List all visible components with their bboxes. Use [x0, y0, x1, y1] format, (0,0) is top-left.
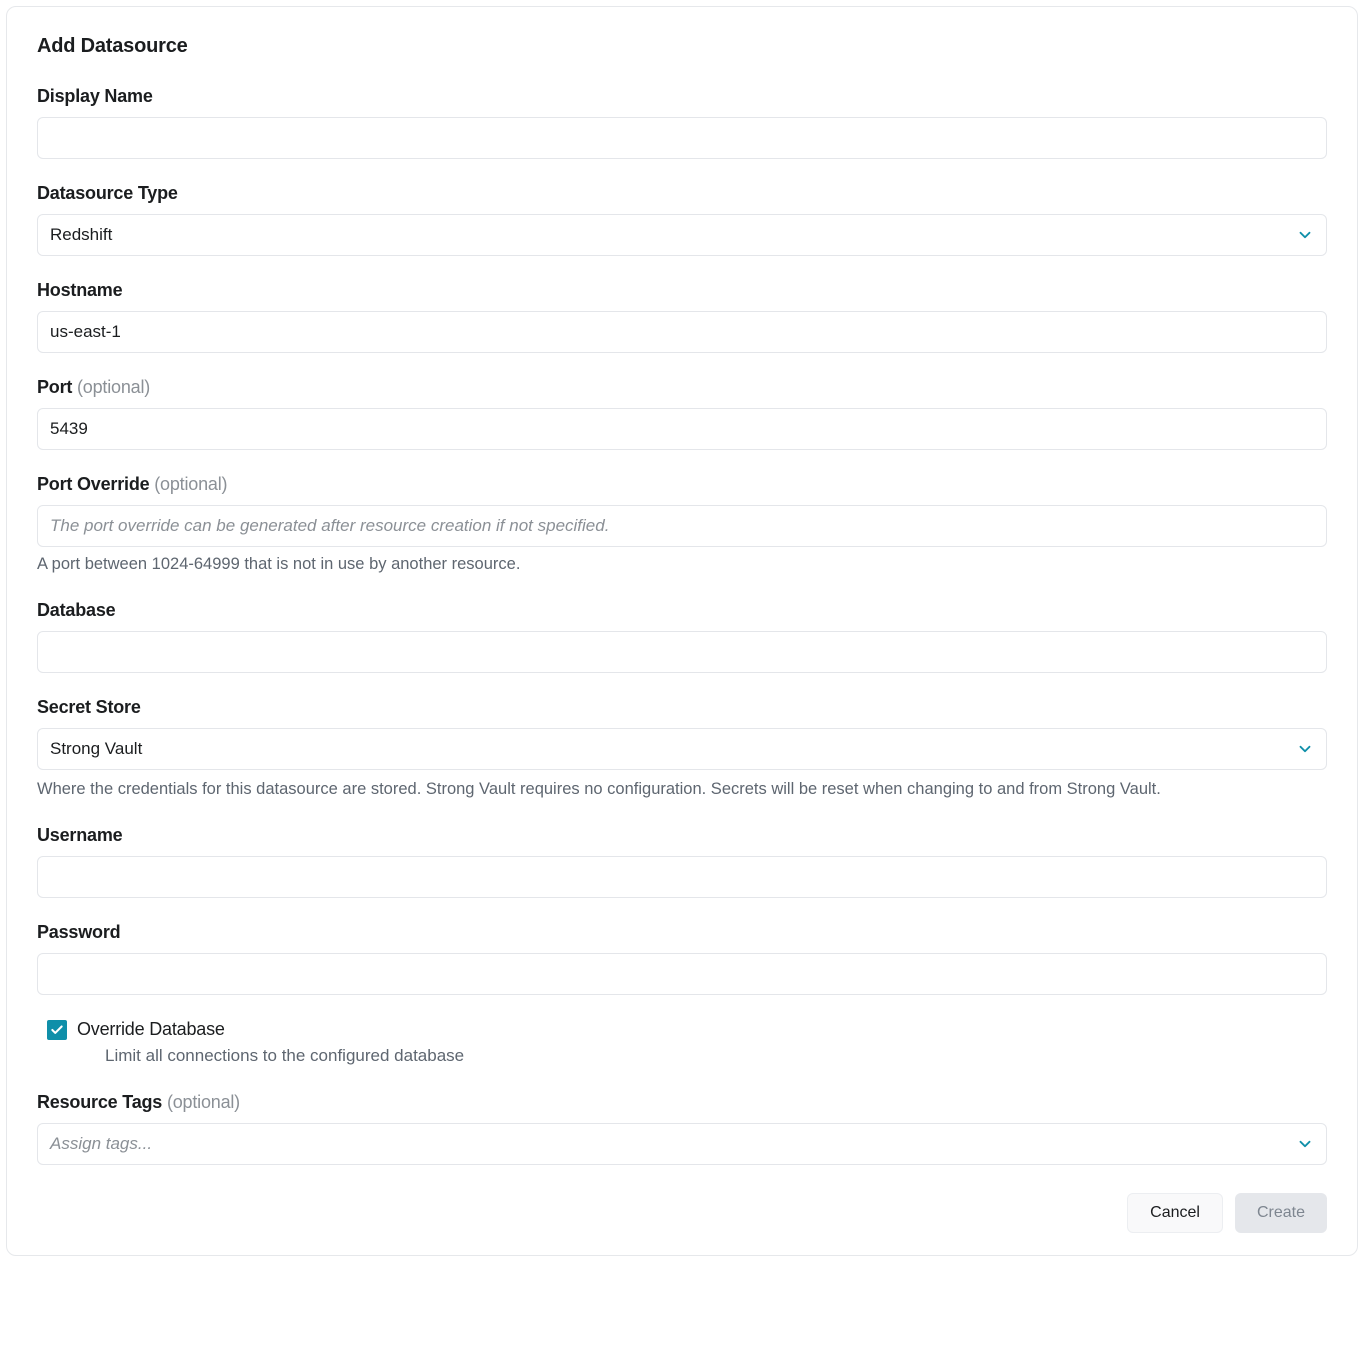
- field-secret-store: Secret Store Strong Vault Where the cred…: [37, 697, 1327, 801]
- field-username: Username: [37, 825, 1327, 898]
- port-override-input[interactable]: [37, 505, 1327, 547]
- field-password: Password: [37, 922, 1327, 995]
- add-datasource-form: Add Datasource Display Name Datasource T…: [6, 6, 1358, 1256]
- username-input[interactable]: [37, 856, 1327, 898]
- secret-store-helper: Where the credentials for this datasourc…: [37, 778, 1327, 801]
- database-label: Database: [37, 600, 1327, 621]
- field-resource-tags: Resource Tags (optional) Assign tags...: [37, 1092, 1327, 1165]
- hostname-label: Hostname: [37, 280, 1327, 301]
- username-label: Username: [37, 825, 1327, 846]
- override-database-row: Override Database: [47, 1019, 1327, 1040]
- port-optional: (optional): [77, 377, 150, 397]
- port-label: Port (optional): [37, 377, 1327, 398]
- port-override-label-text: Port Override: [37, 474, 149, 494]
- form-actions: Cancel Create: [37, 1193, 1327, 1233]
- field-database: Database: [37, 600, 1327, 673]
- port-label-text: Port: [37, 377, 72, 397]
- port-override-label: Port Override (optional): [37, 474, 1327, 495]
- override-database-label: Override Database: [77, 1019, 225, 1040]
- override-database-checkbox[interactable]: [47, 1020, 67, 1040]
- chevron-down-icon: [1296, 740, 1314, 758]
- database-input[interactable]: [37, 631, 1327, 673]
- field-override-database: Override Database Limit all connections …: [37, 1019, 1327, 1066]
- field-hostname: Hostname: [37, 280, 1327, 353]
- resource-tags-select[interactable]: Assign tags...: [37, 1123, 1327, 1165]
- resource-tags-optional: (optional): [167, 1092, 240, 1112]
- chevron-down-icon: [1296, 1135, 1314, 1153]
- display-name-label: Display Name: [37, 86, 1327, 107]
- secret-store-label: Secret Store: [37, 697, 1327, 718]
- secret-store-value: Strong Vault: [50, 739, 142, 759]
- chevron-down-icon: [1296, 226, 1314, 244]
- display-name-input[interactable]: [37, 117, 1327, 159]
- resource-tags-placeholder: Assign tags...: [50, 1134, 152, 1154]
- field-port: Port (optional): [37, 377, 1327, 450]
- datasource-type-label: Datasource Type: [37, 183, 1327, 204]
- override-database-sub: Limit all connections to the configured …: [105, 1046, 1327, 1066]
- field-port-override: Port Override (optional) A port between …: [37, 474, 1327, 576]
- password-input[interactable]: [37, 953, 1327, 995]
- resource-tags-label-text: Resource Tags: [37, 1092, 162, 1112]
- port-input[interactable]: [37, 408, 1327, 450]
- field-display-name: Display Name: [37, 86, 1327, 159]
- create-button[interactable]: Create: [1235, 1193, 1327, 1233]
- port-override-optional: (optional): [154, 474, 227, 494]
- cancel-button[interactable]: Cancel: [1127, 1193, 1223, 1233]
- port-override-helper: A port between 1024-64999 that is not in…: [37, 553, 1327, 576]
- hostname-input[interactable]: [37, 311, 1327, 353]
- page-title: Add Datasource: [37, 35, 1327, 58]
- datasource-type-select[interactable]: Redshift: [37, 214, 1327, 256]
- password-label: Password: [37, 922, 1327, 943]
- secret-store-select[interactable]: Strong Vault: [37, 728, 1327, 770]
- field-datasource-type: Datasource Type Redshift: [37, 183, 1327, 256]
- resource-tags-label: Resource Tags (optional): [37, 1092, 1327, 1113]
- datasource-type-value: Redshift: [50, 225, 112, 245]
